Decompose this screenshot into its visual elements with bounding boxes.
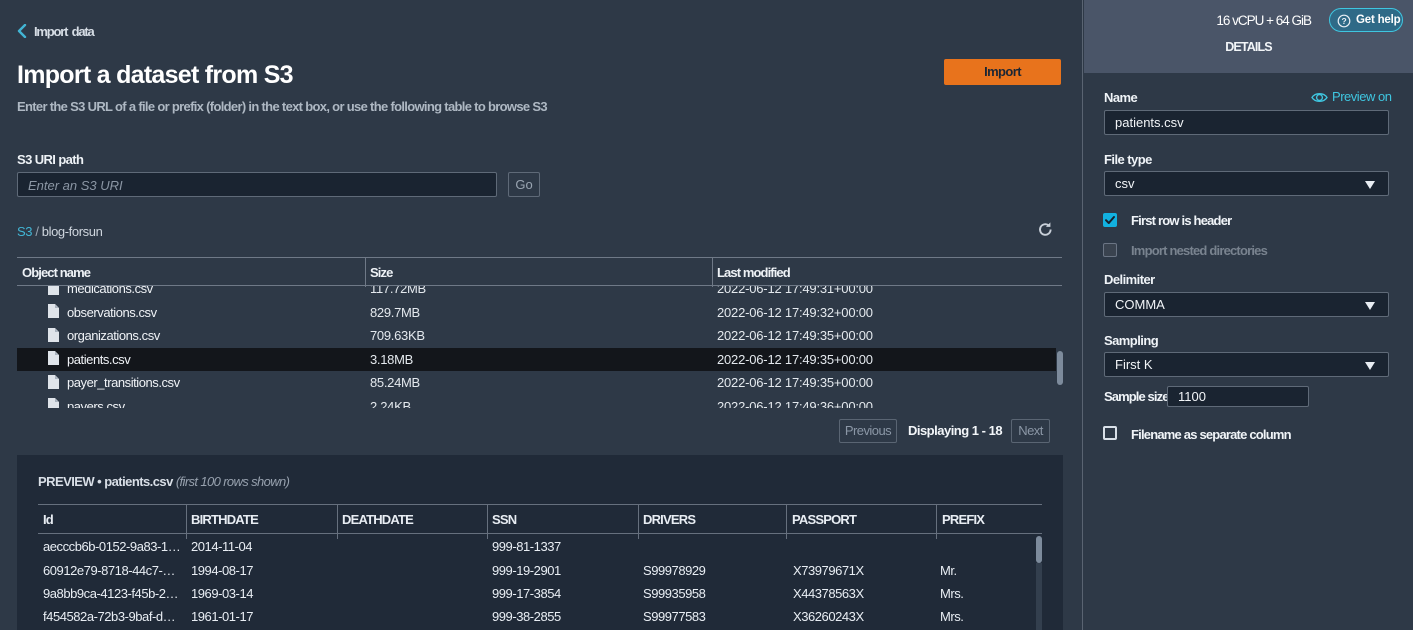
svg-text:?: ? [1342, 16, 1347, 26]
